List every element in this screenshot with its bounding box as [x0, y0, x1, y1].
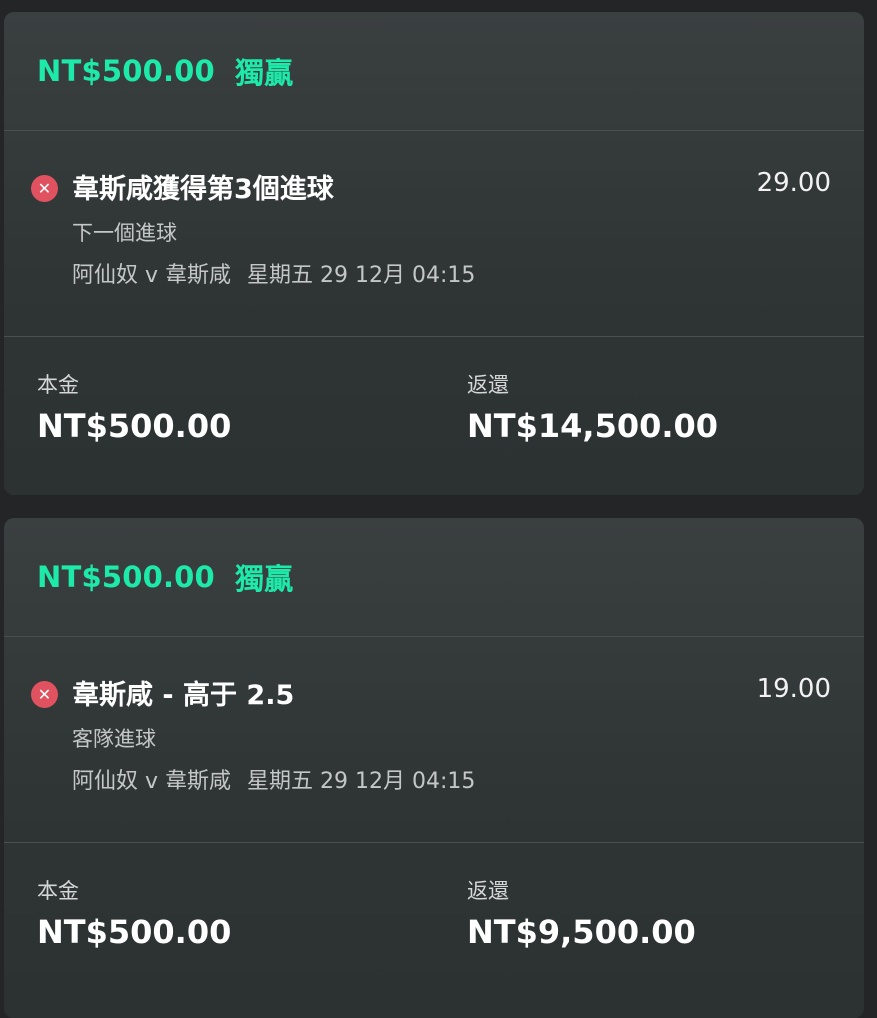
close-icon: ✕	[31, 681, 58, 708]
event-date: 星期五 29 12月 04:15	[247, 263, 476, 288]
selection-row: ✕ 韋斯咸 - 高于 2.5 19.00 客隊進球 阿仙奴 v 韋斯咸 星期五 2…	[4, 637, 864, 843]
returns-value: NT$9,500.00	[467, 913, 696, 951]
returns-label: 返還	[467, 373, 509, 397]
event-info: 阿仙奴 v 韋斯咸 星期五 29 12月 04:15	[72, 763, 475, 795]
event-name: 阿仙奴 v 韋斯咸	[72, 769, 232, 794]
stake-block: 本金 NT$500.00	[37, 875, 231, 951]
bet-summary: 本金 NT$500.00 返還 NT$9,500.00	[4, 843, 864, 1001]
event-info: 阿仙奴 v 韋斯咸 星期五 29 12月 04:15	[72, 257, 475, 289]
bet-type: 獨贏	[234, 56, 294, 90]
stake-label: 本金	[37, 373, 79, 397]
event-name: 阿仙奴 v 韋斯咸	[72, 263, 232, 288]
close-icon: ✕	[31, 175, 58, 202]
market-name: 下一個進球	[72, 221, 177, 245]
returns-block: 返還 NT$14,500.00	[467, 369, 718, 445]
selection-odds: 29.00	[756, 168, 831, 198]
selection-row: ✕ 韋斯咸獲得第3個進球 29.00 下一個進球 阿仙奴 v 韋斯咸 星期五 29…	[4, 131, 864, 337]
header-stake: NT$500.00	[37, 54, 215, 88]
selection-name: 韋斯咸獲得第3個進球	[72, 174, 334, 205]
bet-card-header: NT$500.00 獨贏	[4, 12, 864, 131]
event-date: 星期五 29 12月 04:15	[247, 769, 476, 794]
returns-block: 返還 NT$9,500.00	[467, 875, 696, 951]
selection-name: 韋斯咸 - 高于 2.5	[72, 680, 295, 711]
bet-card-header: NT$500.00 獨贏	[4, 518, 864, 637]
selection-odds: 19.00	[756, 674, 831, 704]
stake-block: 本金 NT$500.00	[37, 369, 231, 445]
returns-value: NT$14,500.00	[467, 407, 719, 445]
market-name: 客隊進球	[72, 727, 156, 751]
bet-card[interactable]: NT$500.00 獨贏 ✕ 韋斯咸獲得第3個進球 29.00 下一個進球 阿仙…	[4, 12, 864, 495]
bet-card[interactable]: NT$500.00 獨贏 ✕ 韋斯咸 - 高于 2.5 19.00 客隊進球 阿…	[4, 518, 864, 1018]
bet-type: 獨贏	[234, 562, 294, 596]
bet-summary: 本金 NT$500.00 返還 NT$14,500.00	[4, 337, 864, 495]
returns-label: 返還	[467, 879, 509, 903]
stake-label: 本金	[37, 879, 79, 903]
header-stake: NT$500.00	[37, 560, 215, 594]
stake-value: NT$500.00	[37, 407, 232, 445]
stake-value: NT$500.00	[37, 913, 232, 951]
